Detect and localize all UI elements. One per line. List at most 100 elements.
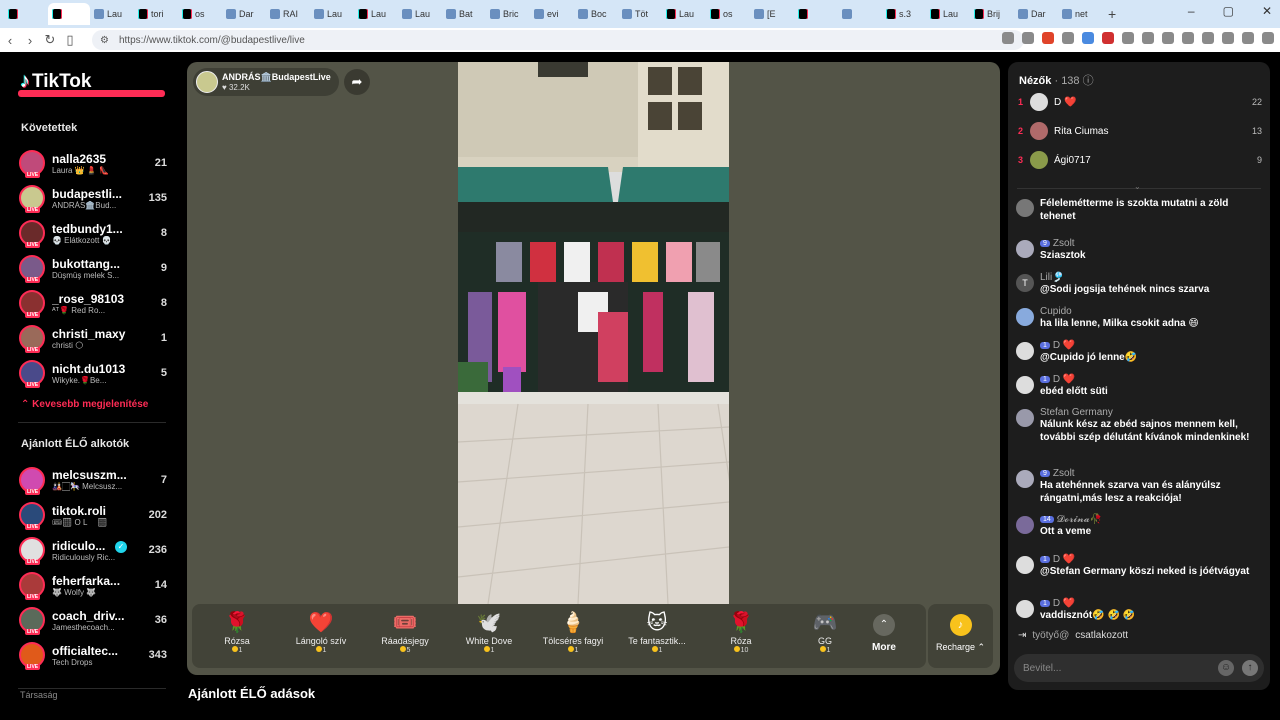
avatar[interactable]: LIVE bbox=[19, 185, 45, 213]
browser-tab[interactable]: os bbox=[178, 3, 222, 25]
reload-icon[interactable]: ↻ bbox=[40, 32, 60, 48]
extension-icon[interactable] bbox=[1222, 32, 1234, 44]
live-account-item[interactable]: LIVE christi_maxy christi 🌕 1 bbox=[19, 323, 167, 353]
avatar[interactable] bbox=[1016, 600, 1034, 618]
live-account-item[interactable]: LIVE ridiculo... Ridiculously Ric... ✓ 236 bbox=[19, 535, 167, 565]
browser-tab[interactable] bbox=[794, 3, 838, 25]
message-user[interactable]: Lili🎐 bbox=[1040, 272, 1260, 283]
browser-tab[interactable]: Dar bbox=[222, 3, 266, 25]
avatar[interactable]: LIVE bbox=[19, 642, 45, 670]
message-user[interactable]: 9 Zsolt bbox=[1040, 468, 1260, 479]
avatar[interactable] bbox=[1030, 151, 1048, 169]
browser-tab[interactable]: os bbox=[706, 3, 750, 25]
zoom-icon[interactable] bbox=[1002, 32, 1014, 44]
browser-tab[interactable] bbox=[4, 3, 48, 25]
avatar[interactable]: LIVE bbox=[19, 290, 45, 318]
message-user[interactable]: 1D ❤️ bbox=[1040, 598, 1260, 609]
shield-icon[interactable] bbox=[1022, 32, 1034, 44]
message-user[interactable]: 9 Zsolt bbox=[1040, 238, 1260, 249]
gift-item[interactable]: 🐱 Te fantasztik... 1 bbox=[616, 610, 698, 664]
live-account-item[interactable]: LIVE budapestli... ANDRÁS🏛️Bud... 135 bbox=[19, 183, 167, 213]
sidebar-icon[interactable] bbox=[1182, 32, 1194, 44]
minimize-icon[interactable]: – bbox=[1188, 4, 1195, 18]
live-stream-video[interactable] bbox=[458, 62, 729, 604]
gift-item[interactable]: 🌹 Róza 10 bbox=[700, 610, 782, 664]
avatar[interactable]: T bbox=[1016, 274, 1034, 292]
avatar[interactable] bbox=[1016, 409, 1034, 427]
share-button[interactable]: ➦ bbox=[344, 69, 370, 95]
menu-icon[interactable] bbox=[1262, 32, 1274, 44]
avatar[interactable]: LIVE bbox=[19, 360, 45, 388]
avatar[interactable] bbox=[1016, 470, 1034, 488]
browser-tab[interactable]: Lau bbox=[926, 3, 970, 25]
browser-tab[interactable]: Lau bbox=[354, 3, 398, 25]
live-account-item[interactable]: LIVE _rose_98103 ᴬᵀ🌹 Red Ro... 8 bbox=[19, 288, 167, 318]
avatar[interactable]: LIVE bbox=[19, 467, 45, 495]
browser-tab[interactable]: net bbox=[1058, 3, 1102, 25]
message-user[interactable]: Stefan Germany bbox=[1040, 407, 1260, 418]
avatar[interactable]: LIVE bbox=[19, 150, 45, 178]
recharge-button[interactable]: ♪ Recharge ⌃ bbox=[928, 604, 993, 668]
host-avatar[interactable] bbox=[196, 71, 218, 93]
chat-input[interactable]: Bevitel... ☺ ↑ bbox=[1014, 654, 1264, 682]
avatar[interactable] bbox=[1016, 516, 1034, 534]
gift-item[interactable]: 🎟️ Ráadásjegy 5 bbox=[364, 610, 446, 664]
avatar[interactable] bbox=[1016, 342, 1034, 360]
avatar[interactable] bbox=[1016, 308, 1034, 326]
live-account-item[interactable]: LIVE nalla2635 Laura 👑 💄 👠 21 bbox=[19, 148, 167, 178]
avatar[interactable]: LIVE bbox=[19, 607, 45, 635]
browser-tab[interactable]: Brij bbox=[970, 3, 1014, 25]
url-bar[interactable]: ⚙ https://www.tiktok.com/@budapestlive/l… bbox=[92, 30, 1024, 50]
message-user[interactable]: Cupido bbox=[1040, 306, 1260, 317]
live-account-item[interactable]: LIVE officialtec... Tech Drops 343 bbox=[19, 640, 167, 670]
gift-item[interactable]: ❤️ Lángoló szív 1 bbox=[280, 610, 362, 664]
browser-tab[interactable]: Lau bbox=[90, 3, 134, 25]
browser-tab[interactable]: Boc bbox=[574, 3, 618, 25]
live-video-panel[interactable]: ANDRÁS🏛️BudapestLive ♥ 32.2K ➦ 🎮 GG 1 🌹 … bbox=[187, 62, 1000, 675]
joined-user[interactable]: työtyő@ bbox=[1032, 630, 1069, 641]
extension-icon[interactable] bbox=[1162, 32, 1174, 44]
bookmark-icon[interactable]: ▯ bbox=[60, 32, 80, 48]
avatar[interactable] bbox=[1016, 556, 1034, 574]
avatar[interactable]: LIVE bbox=[19, 502, 45, 530]
browser-tab[interactable]: Lau bbox=[310, 3, 354, 25]
chevron-down-icon[interactable]: ⌄ bbox=[1134, 182, 1141, 191]
message-user[interactable]: 1D ❤️ bbox=[1040, 554, 1260, 565]
browser-tab[interactable]: [E bbox=[750, 3, 794, 25]
live-account-item[interactable]: LIVE bukottang... Düşmüş melek S... 9 bbox=[19, 253, 167, 283]
send-icon[interactable]: ↑ bbox=[1242, 660, 1258, 676]
wallet-icon[interactable] bbox=[1202, 32, 1214, 44]
extension-icon[interactable] bbox=[1142, 32, 1154, 44]
back-icon[interactable]: ‹ bbox=[0, 33, 20, 48]
gift-item[interactable]: 🎮 GG 1 bbox=[784, 610, 866, 664]
browser-tab[interactable]: s.3 bbox=[882, 3, 926, 25]
host-info[interactable]: ANDRÁS🏛️BudapestLive ♥ 32.2K bbox=[193, 68, 339, 96]
extension-icon[interactable] bbox=[1062, 32, 1074, 44]
browser-tab[interactable]: Lau bbox=[398, 3, 442, 25]
avatar[interactable]: LIVE bbox=[19, 572, 45, 600]
browser-tab[interactable] bbox=[48, 3, 90, 25]
live-account-item[interactable]: LIVE coach_driv... Jamesthecoach... 36 bbox=[19, 605, 167, 635]
browser-tab[interactable]: Bat bbox=[442, 3, 486, 25]
extension-icon[interactable] bbox=[1102, 32, 1114, 44]
avatar[interactable] bbox=[1016, 376, 1034, 394]
browser-tab[interactable]: evi bbox=[530, 3, 574, 25]
browser-tab[interactable] bbox=[838, 3, 882, 25]
gift-item[interactable]: 🕊️ White Dove 1 bbox=[448, 610, 530, 664]
avatar[interactable]: LIVE bbox=[19, 325, 45, 353]
gift-item[interactable]: 🌹 Rózsa 1 bbox=[196, 610, 278, 664]
site-info-icon[interactable]: ⚙ bbox=[100, 35, 109, 46]
vpn-icon[interactable] bbox=[1242, 32, 1254, 44]
show-less-link[interactable]: ⌃ Kevesebb megjelenítése bbox=[21, 399, 148, 410]
browser-tab[interactable]: Lau bbox=[662, 3, 706, 25]
avatar[interactable] bbox=[1016, 199, 1034, 217]
live-account-item[interactable]: LIVE feherfarka... 🐺 Wolfy 🐺 14 bbox=[19, 570, 167, 600]
top-viewer-row[interactable]: 2 Rita Ciumas 13 bbox=[1018, 121, 1262, 141]
live-account-item[interactable]: LIVE tiktok.roli 🎟🏻 O L 🏻 202 bbox=[19, 500, 167, 530]
emoji-icon[interactable]: ☺ bbox=[1218, 660, 1234, 676]
live-account-item[interactable]: LIVE nicht.du1013 Wikyke.🌹Be... 5 bbox=[19, 358, 167, 388]
avatar[interactable]: LIVE bbox=[19, 255, 45, 283]
avatar[interactable]: LIVE bbox=[19, 220, 45, 248]
more-gifts-button[interactable]: ⌃ More bbox=[872, 614, 896, 653]
new-tab-icon[interactable]: + bbox=[1108, 6, 1116, 22]
